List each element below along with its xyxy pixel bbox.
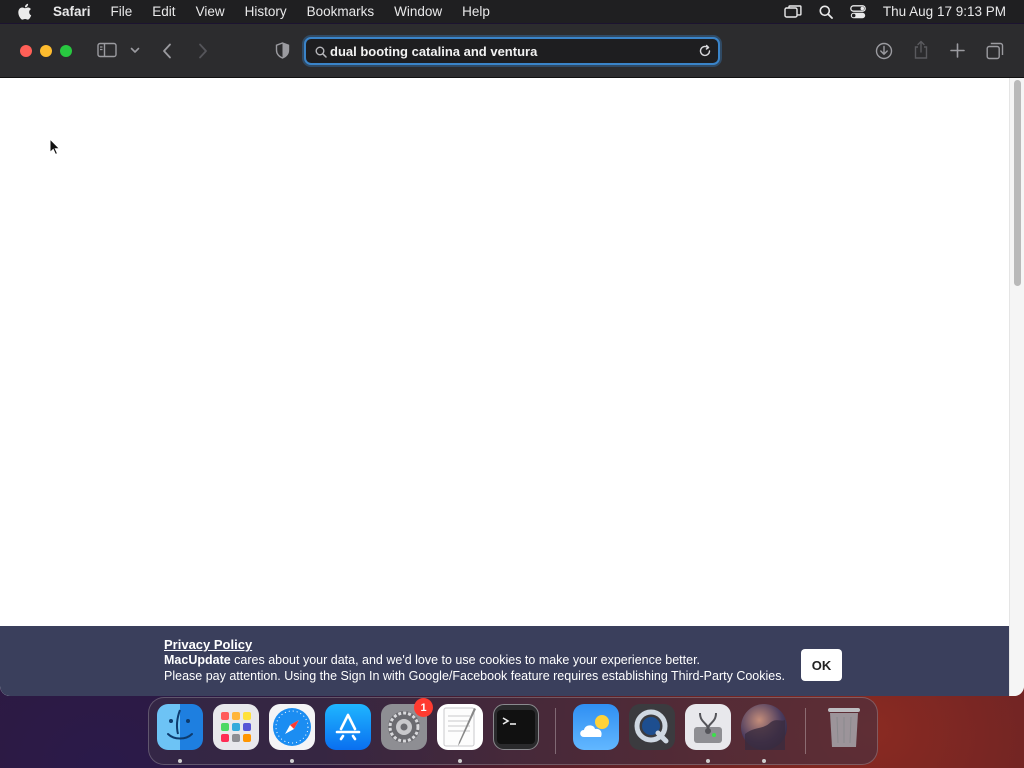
privacy-shield-icon[interactable] — [275, 42, 290, 59]
minimize-window-button[interactable] — [40, 45, 52, 57]
downloads-icon[interactable] — [875, 42, 893, 60]
weather-icon[interactable] — [573, 704, 619, 750]
dock: 1 — [148, 697, 878, 765]
share-icon[interactable] — [913, 40, 929, 60]
macos-installer-icon[interactable] — [741, 704, 787, 750]
web-page-content[interactable] — [0, 78, 1010, 696]
disk-utility-icon[interactable] — [685, 704, 731, 750]
dock-separator — [555, 708, 556, 754]
sidebar-toggle-icon[interactable] — [97, 42, 117, 58]
reload-icon[interactable] — [698, 44, 712, 63]
app-store-icon[interactable] — [325, 704, 371, 750]
macos-installer-running-indicator — [762, 759, 766, 763]
spotlight-search-icon[interactable] — [819, 5, 833, 19]
disk-utility-running-indicator — [706, 759, 710, 763]
finder-icon[interactable] — [157, 704, 203, 750]
apple-menu-icon[interactable] — [17, 3, 35, 21]
trash-icon[interactable] — [821, 704, 867, 750]
menu-file[interactable]: File — [111, 4, 133, 19]
quicktime-icon[interactable] — [629, 704, 675, 750]
system-settings-icon[interactable]: 1 — [381, 698, 433, 750]
privacy-banner-notice: Please pay attention. Using the Sign In … — [164, 669, 785, 683]
menu-bar-clock[interactable]: Thu Aug 17 9:13 PM — [883, 4, 1006, 19]
address-bar[interactable]: dual booting catalina and ventura — [304, 37, 720, 65]
screen-mirroring-icon[interactable] — [784, 4, 802, 19]
menu-bar: Safari File Edit View History Bookmarks … — [0, 0, 1024, 23]
menu-history[interactable]: History — [245, 4, 287, 19]
textedit-running-indicator — [458, 759, 462, 763]
safari-toolbar: dual booting catalina and ventura — [0, 24, 1024, 78]
control-center-icon[interactable] — [850, 4, 866, 19]
search-icon — [315, 45, 327, 63]
notification-badge: 1 — [414, 698, 433, 717]
textedit-icon[interactable] — [437, 704, 483, 750]
safari-icon[interactable] — [269, 704, 315, 750]
new-tab-plus-icon[interactable] — [950, 43, 965, 58]
dock-separator — [805, 708, 806, 754]
menu-edit[interactable]: Edit — [152, 4, 175, 19]
privacy-banner-brand: MacUpdate — [164, 653, 231, 667]
privacy-ok-button[interactable]: OK — [801, 649, 842, 681]
privacy-banner: Privacy Policy MacUpdate cares about you… — [0, 626, 1009, 696]
forward-arrow-icon[interactable] — [198, 43, 208, 59]
menu-view[interactable]: View — [196, 4, 225, 19]
zoom-window-button[interactable] — [60, 45, 72, 57]
privacy-policy-link[interactable]: Privacy Policy — [164, 637, 252, 652]
address-bar-text[interactable]: dual booting catalina and ventura — [330, 44, 537, 59]
chevron-down-icon[interactable] — [130, 47, 140, 54]
menu-help[interactable]: Help — [462, 4, 490, 19]
privacy-banner-message: MacUpdate cares about your data, and we'… — [164, 653, 700, 667]
safari-running-indicator — [290, 759, 294, 763]
scrollbar-thumb[interactable] — [1014, 80, 1021, 286]
mouse-cursor-icon — [49, 137, 61, 161]
finder-running-indicator — [178, 759, 182, 763]
close-window-button[interactable] — [20, 45, 32, 57]
terminal-icon[interactable] — [493, 704, 539, 750]
tab-overview-icon[interactable] — [986, 42, 1004, 60]
back-arrow-icon[interactable] — [162, 43, 172, 59]
privacy-banner-message-text: cares about your data, and we'd love to … — [230, 653, 701, 667]
menu-app-name[interactable]: Safari — [53, 4, 91, 19]
launchpad-icon[interactable] — [213, 704, 259, 750]
safari-window: dual booting catalina and ventura Privac… — [0, 24, 1024, 696]
menu-window[interactable]: Window — [394, 4, 442, 19]
menu-bookmarks[interactable]: Bookmarks — [307, 4, 375, 19]
